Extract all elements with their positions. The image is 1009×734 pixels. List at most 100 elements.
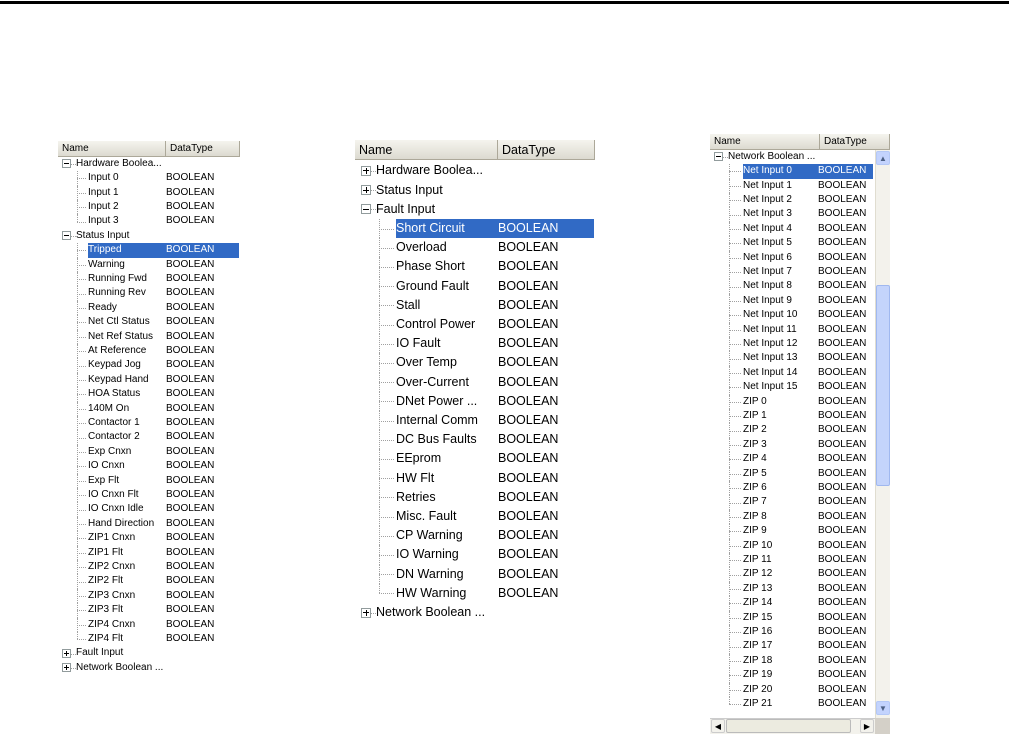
expand-icon[interactable] [361, 185, 371, 196]
tree-item[interactable]: ZIP 10 BOOLEAN [710, 538, 890, 553]
tree-item[interactable]: ZIP 1 BOOLEAN [710, 409, 890, 424]
tree-item[interactable]: Net Input 14 BOOLEAN [710, 365, 890, 381]
expand-icon[interactable] [361, 607, 371, 618]
tree-item[interactable]: Net Input 3 BOOLEAN [710, 207, 890, 222]
column-header-name[interactable]: Name [355, 140, 498, 160]
expand-icon[interactable] [361, 165, 371, 176]
tree-item[interactable]: ZIP 4 BOOLEAN [710, 452, 890, 467]
tree-item[interactable]: IO Warning BOOLEAN [355, 545, 595, 565]
scroll-down-button[interactable]: ▼ [876, 701, 890, 715]
tree-item[interactable]: Net Input 5 BOOLEAN [710, 236, 890, 251]
tree-item[interactable]: ZIP 21 BOOLEAN [710, 697, 890, 711]
tree-item[interactable]: Net Input 2 BOOLEAN [710, 193, 890, 208]
tree-item[interactable]: DNet Power ... BOOLEAN [355, 391, 595, 411]
tree-group[interactable]: Fault Input [355, 200, 595, 219]
tree-item[interactable]: Ready BOOLEAN [58, 300, 240, 316]
tree-group[interactable]: Hardware Boolea... [58, 157, 240, 171]
tree-item[interactable]: Internal Comm BOOLEAN [355, 411, 595, 431]
tree-item[interactable]: ZIP 9 BOOLEAN [710, 524, 890, 539]
tree-item[interactable]: ZIP3 Cnxn BOOLEAN [58, 588, 240, 604]
column-header-datatype[interactable]: DataType [498, 140, 595, 160]
tree-item[interactable]: ZIP1 Flt BOOLEAN [58, 545, 240, 560]
tree-item[interactable]: ZIP 3 BOOLEAN [710, 437, 890, 453]
tree-item[interactable]: ZIP 15 BOOLEAN [710, 610, 890, 625]
tree-item[interactable]: Net Input 13 BOOLEAN [710, 351, 890, 366]
tree-item[interactable]: ZIP 5 BOOLEAN [710, 466, 890, 481]
tree-item[interactable]: Stall BOOLEAN [355, 295, 595, 315]
tree-item[interactable]: ZIP 14 BOOLEAN [710, 596, 890, 611]
tree-item[interactable]: Net Input 8 BOOLEAN [710, 279, 890, 294]
tree-item[interactable]: ZIP 2 BOOLEAN [710, 423, 890, 438]
tree-item[interactable]: ZIP4 Flt BOOLEAN [58, 632, 240, 646]
tree-item[interactable]: Phase Short BOOLEAN [355, 257, 595, 277]
tree-item[interactable]: ZIP 18 BOOLEAN [710, 653, 890, 669]
tree-item[interactable]: ZIP2 Cnxn BOOLEAN [58, 560, 240, 575]
tree-item[interactable]: ZIP1 Cnxn BOOLEAN [58, 531, 240, 546]
tree-item[interactable]: IO Cnxn Idle BOOLEAN [58, 502, 240, 517]
tree-item[interactable]: ZIP 0 BOOLEAN [710, 394, 890, 409]
collapse-icon[interactable] [361, 204, 371, 215]
expand-icon[interactable] [62, 649, 71, 659]
collapse-icon[interactable] [714, 152, 723, 162]
tree-item[interactable]: Input 0 BOOLEAN [58, 171, 240, 186]
tree-item[interactable]: Tripped BOOLEAN [58, 243, 240, 258]
tree-item[interactable]: Net Input 15 BOOLEAN [710, 380, 890, 395]
tree-item[interactable]: Input 1 BOOLEAN [58, 185, 240, 200]
tree-group[interactable]: Status Input [58, 229, 240, 243]
tree-item[interactable]: Short Circuit BOOLEAN [355, 219, 595, 239]
tree-item[interactable]: Net Input 9 BOOLEAN [710, 293, 890, 309]
tree-item[interactable]: At Reference BOOLEAN [58, 344, 240, 359]
tree-item[interactable]: Control Power BOOLEAN [355, 315, 595, 335]
tree-item[interactable]: Exp Cnxn BOOLEAN [58, 444, 240, 460]
column-header-name[interactable]: Name [710, 134, 820, 150]
tree-group[interactable]: Status Input [355, 181, 595, 200]
tree-item[interactable]: Input 3 BOOLEAN [58, 214, 240, 228]
tree-item[interactable]: Retries BOOLEAN [355, 487, 595, 507]
tree-item[interactable]: HOA Status BOOLEAN [58, 387, 240, 402]
tree-item[interactable]: Contactor 1 BOOLEAN [58, 416, 240, 431]
scroll-right-button[interactable]: ▶ [860, 719, 874, 733]
tree-item[interactable]: ZIP 11 BOOLEAN [710, 553, 890, 568]
tree-item[interactable]: IO Cnxn Flt BOOLEAN [58, 488, 240, 503]
tree-item[interactable]: ZIP 12 BOOLEAN [710, 567, 890, 582]
tree-item[interactable]: CP Warning BOOLEAN [355, 526, 595, 546]
column-header-datatype[interactable]: DataType [820, 134, 890, 150]
tree-group[interactable]: Hardware Boolea... [355, 161, 595, 180]
tree-item[interactable]: IO Fault BOOLEAN [355, 334, 595, 354]
tree-group[interactable]: Network Boolean ... [710, 150, 890, 164]
tree-item[interactable]: HW Warning BOOLEAN [355, 583, 595, 603]
tree-item[interactable]: EEprom BOOLEAN [355, 449, 595, 469]
tree-item[interactable]: Exp Flt BOOLEAN [58, 473, 240, 488]
tree-item[interactable]: ZIP 20 BOOLEAN [710, 682, 890, 697]
tree-item[interactable]: IO Cnxn BOOLEAN [58, 459, 240, 474]
tree-item[interactable]: Input 2 BOOLEAN [58, 200, 240, 215]
tree-item[interactable]: Net Ref Status BOOLEAN [58, 329, 240, 344]
tree-item[interactable]: Over Temp BOOLEAN [355, 353, 595, 373]
tree-item[interactable]: ZIP4 Cnxn BOOLEAN [58, 617, 240, 632]
tree-item[interactable]: ZIP 7 BOOLEAN [710, 495, 890, 510]
tree-item[interactable]: Warning BOOLEAN [58, 257, 240, 272]
tree-item[interactable]: Net Input 10 BOOLEAN [710, 308, 890, 323]
tree-group[interactable]: Fault Input [58, 646, 240, 660]
tree-item[interactable]: ZIP2 Flt BOOLEAN [58, 574, 240, 589]
column-header-datatype[interactable]: DataType [166, 141, 240, 157]
horizontal-scrollbar-thumb[interactable] [726, 719, 851, 733]
tree-item[interactable]: ZIP 6 BOOLEAN [710, 481, 890, 496]
tree-item[interactable]: Net Input 12 BOOLEAN [710, 337, 890, 352]
tree-item[interactable]: Net Input 4 BOOLEAN [710, 221, 890, 237]
tree-item[interactable]: DC Bus Faults BOOLEAN [355, 430, 595, 450]
tree-item[interactable]: Net Input 7 BOOLEAN [710, 265, 890, 280]
tree-group[interactable]: Network Boolean ... [355, 603, 595, 622]
tree-item[interactable]: Overload BOOLEAN [355, 238, 595, 258]
tree-item[interactable]: HW Flt BOOLEAN [355, 468, 595, 488]
tree-item[interactable]: Keypad Jog BOOLEAN [58, 358, 240, 373]
scroll-up-button[interactable]: ▲ [876, 151, 890, 165]
expand-icon[interactable] [62, 663, 71, 673]
scrollbar-thumb[interactable] [876, 285, 890, 486]
tree-item[interactable]: Contactor 2 BOOLEAN [58, 430, 240, 445]
tree-item[interactable]: ZIP3 Flt BOOLEAN [58, 603, 240, 618]
tree-item[interactable]: Net Ctl Status BOOLEAN [58, 315, 240, 330]
tree-item[interactable]: ZIP 19 BOOLEAN [710, 668, 890, 683]
collapse-icon[interactable] [62, 231, 71, 241]
tree-item[interactable]: ZIP 16 BOOLEAN [710, 625, 890, 640]
